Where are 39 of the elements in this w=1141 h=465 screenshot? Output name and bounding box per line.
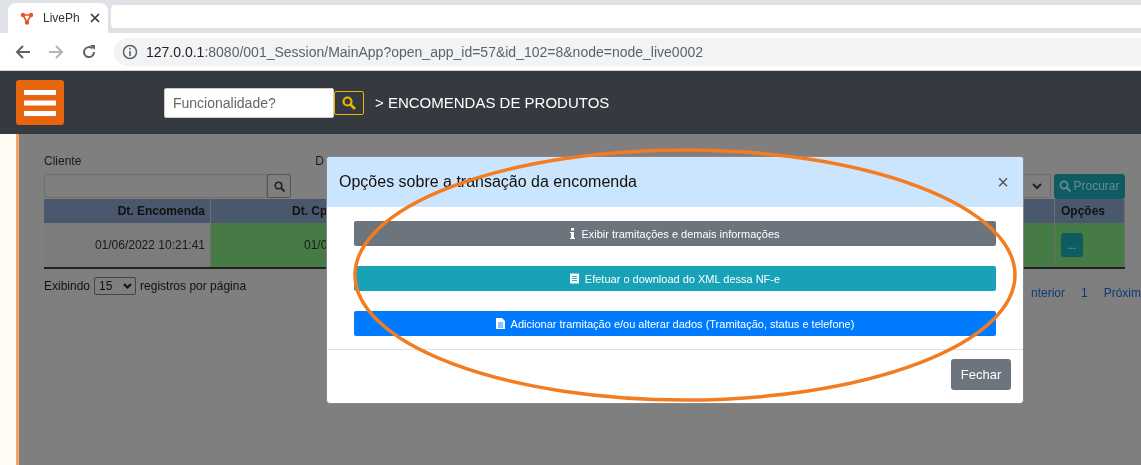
url-text: 127.0.0.1:8080/001_Session/MainApp?open_app_id=57&id_102=8&node=node_live0002 — [146, 43, 703, 60]
action-button[interactable]: Exibir tramitações e demais informações — [354, 221, 996, 246]
field-label: Cliente — [44, 154, 82, 170]
search-button[interactable] — [334, 90, 364, 115]
search-field[interactable]: Funcionalidade? — [164, 87, 334, 118]
document-icon — [495, 318, 505, 329]
client-field[interactable] — [44, 174, 267, 198]
info-icon — [570, 228, 576, 239]
address-bar[interactable]: 127.0.0.1:8080/001_Session/MainApp?open_app_id=57&id_102=8&node=node_live0002 — [114, 37, 1141, 66]
search-button[interactable] — [267, 174, 291, 198]
page-size-label: Exibindo — [44, 279, 91, 293]
tab-title: LivePh — [43, 11, 81, 25]
chevron-down-icon — [123, 283, 133, 289]
close-button[interactable]: × — [995, 170, 1011, 194]
page-size-select[interactable]: 15 — [94, 277, 137, 295]
options-button[interactable]: ... — [1061, 233, 1083, 257]
reload-icon[interactable] — [81, 43, 97, 60]
action-button[interactable]: Efetuar o download do XML dessa NF-e — [354, 266, 996, 291]
close-icon[interactable] — [90, 13, 100, 23]
menu-button[interactable] — [16, 80, 64, 125]
search-icon — [1059, 180, 1072, 192]
receipt-icon — [569, 273, 579, 284]
search-icon — [273, 180, 285, 192]
close-button[interactable]: Fechar — [951, 359, 1011, 390]
pagination-link[interactable]: Próxim — [1103, 286, 1141, 300]
page-size-label: registros por página — [140, 279, 247, 293]
search-button[interactable]: Procurar — [1054, 173, 1125, 199]
action-button[interactable]: Adicionar tramitação e/ou alterar dados (Tramitação, status e telefone) — [354, 311, 996, 336]
search-icon — [342, 95, 356, 110]
breadcrumb: > ENCOMENDAS DE PRODUTOS — [375, 94, 610, 111]
info-icon — [122, 43, 138, 60]
app-logo-icon — [20, 11, 34, 25]
pagination-link[interactable]: 1 — [1080, 286, 1088, 300]
pagination-link[interactable]: nterior — [1030, 286, 1065, 300]
field-label: D — [315, 154, 325, 170]
browser-tab[interactable]: LivePh — [8, 3, 108, 33]
back-icon[interactable] — [15, 43, 31, 60]
menu-icon — [24, 89, 56, 116]
chevron-down-icon — [1032, 182, 1042, 190]
